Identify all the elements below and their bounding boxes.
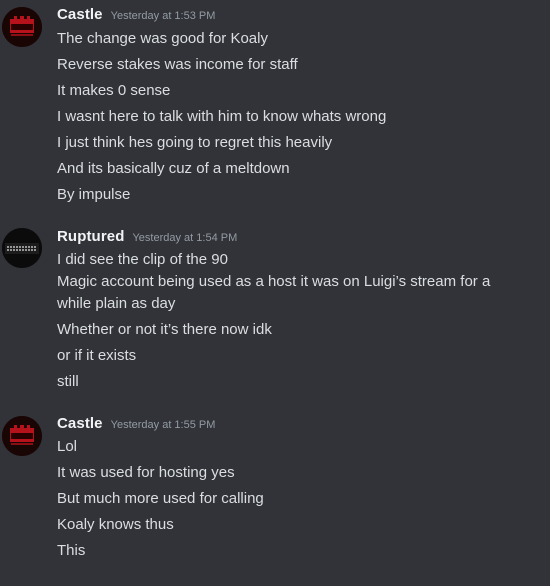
- message-text[interactable]: It makes 0 sense: [57, 80, 527, 102]
- username[interactable]: Castle: [57, 415, 103, 432]
- ruptured-logo-icon: [2, 228, 42, 268]
- castle-logo-icon: [2, 416, 42, 456]
- message-text[interactable]: I did see the clip of the 90: [57, 249, 527, 271]
- castle-logo-icon: [2, 7, 42, 47]
- message-text[interactable]: Koaly knows thus: [57, 514, 527, 536]
- timestamp[interactable]: Yesterday at 1:53 PM: [111, 10, 216, 22]
- castle-avatar[interactable]: [2, 7, 42, 47]
- message-text[interactable]: Magic account being used as a host it wa…: [57, 271, 527, 315]
- message-text[interactable]: It was used for hosting yes: [57, 462, 527, 484]
- message-text[interactable]: This: [57, 540, 527, 562]
- message-header: Castle Yesterday at 1:53 PM: [57, 6, 215, 28]
- message-text[interactable]: By impulse: [57, 184, 527, 206]
- message-text[interactable]: still: [57, 371, 527, 393]
- message-text[interactable]: or if it exists: [57, 345, 527, 367]
- username[interactable]: Castle: [57, 6, 103, 23]
- timestamp[interactable]: Yesterday at 1:55 PM: [111, 419, 216, 431]
- message-text[interactable]: Whether or not it’s there now idk: [57, 319, 527, 341]
- message-text[interactable]: Reverse stakes was income for staff: [57, 54, 527, 76]
- message-text[interactable]: And its basically cuz of a meltdown: [57, 158, 527, 180]
- message-text[interactable]: The change was good for Koaly: [57, 28, 527, 50]
- message-text[interactable]: I just think hes going to regret this he…: [57, 132, 527, 154]
- message-text[interactable]: I wasnt here to talk with him to know wh…: [57, 106, 527, 128]
- username[interactable]: Ruptured: [57, 228, 124, 245]
- castle-avatar[interactable]: [2, 416, 42, 456]
- ruptured-avatar[interactable]: [2, 228, 42, 268]
- timestamp[interactable]: Yesterday at 1:54 PM: [132, 232, 237, 244]
- message-text[interactable]: But much more used for calling: [57, 488, 527, 510]
- message-header: Ruptured Yesterday at 1:54 PM: [57, 228, 237, 250]
- message-text[interactable]: Lol: [57, 436, 527, 458]
- message-header: Castle Yesterday at 1:55 PM: [57, 415, 215, 437]
